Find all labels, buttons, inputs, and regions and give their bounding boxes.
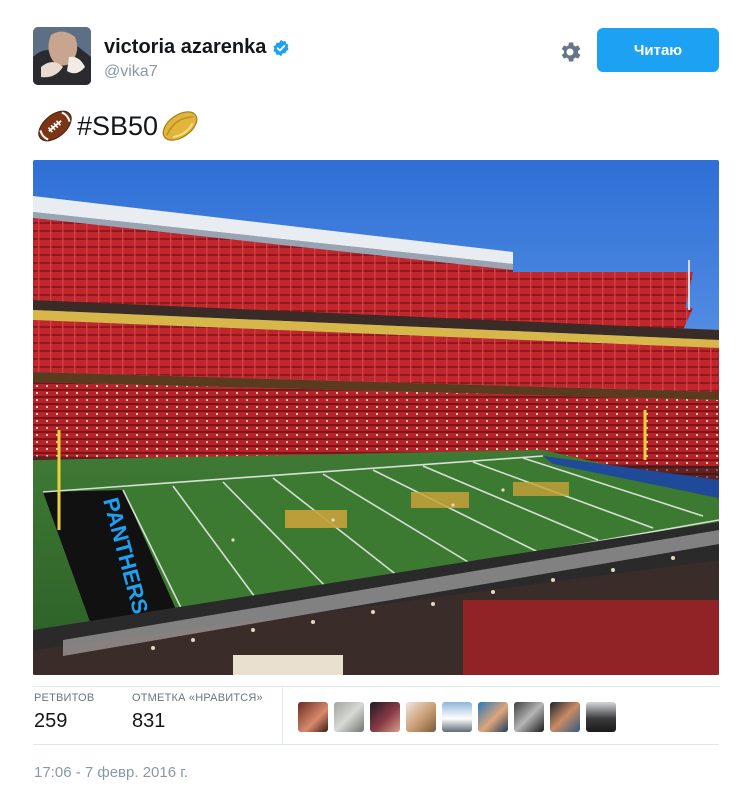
user-handle[interactable]: @vika7 bbox=[104, 63, 158, 81]
tweet-text: #SB50 bbox=[35, 105, 200, 147]
retweets-label: РЕТВИТОВ bbox=[34, 692, 95, 704]
stadium-photo[interactable]: PANTHERS bbox=[33, 160, 719, 675]
hashtag-link[interactable]: #SB50 bbox=[77, 111, 158, 142]
liker-avatar-1[interactable] bbox=[298, 702, 328, 732]
likes-label: ОТМЕТКА «НРАВИТСЯ» bbox=[132, 692, 263, 704]
liker-avatar-3[interactable] bbox=[370, 702, 400, 732]
liker-avatar-8[interactable] bbox=[550, 702, 580, 732]
retweets-count: 259 bbox=[34, 710, 68, 732]
rugby-football-icon bbox=[160, 107, 200, 145]
liker-avatar-2[interactable] bbox=[334, 702, 364, 732]
liker-avatar-9[interactable] bbox=[586, 702, 616, 732]
likes-stat[interactable]: ОТМЕТКА «НРАВИТСЯ» 831 bbox=[132, 692, 263, 733]
tweet-timestamp[interactable]: 17:06 - 7 февр. 2016 г. bbox=[34, 764, 188, 781]
liker-avatar-6[interactable] bbox=[478, 702, 508, 732]
stats-divider-bottom bbox=[33, 744, 719, 745]
user-avatar[interactable] bbox=[33, 27, 91, 85]
retweets-stat[interactable]: РЕТВИТОВ 259 bbox=[34, 692, 94, 733]
liker-avatar-5[interactable] bbox=[442, 702, 472, 732]
stats-divider-vertical bbox=[282, 686, 283, 744]
liker-avatars bbox=[298, 702, 616, 732]
likes-count: 831 bbox=[132, 710, 166, 732]
user-name-text[interactable]: victoria azarenka bbox=[104, 36, 266, 59]
liker-avatar-4[interactable] bbox=[406, 702, 436, 732]
liker-avatar-7[interactable] bbox=[514, 702, 544, 732]
american-football-icon bbox=[35, 107, 75, 145]
user-display-name[interactable]: victoria azarenka bbox=[104, 36, 290, 59]
stats-divider-top bbox=[33, 686, 719, 687]
follow-button[interactable]: Читаю bbox=[597, 28, 719, 72]
gear-icon[interactable] bbox=[557, 39, 583, 65]
verified-badge-icon bbox=[272, 39, 290, 57]
